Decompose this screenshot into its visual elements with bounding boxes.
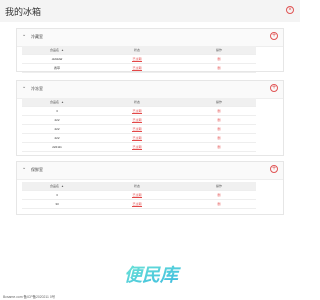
status-badge: 已过期 [92,63,182,73]
column-header-name[interactable]: 食品名 ▲ [22,98,92,107]
delete-button[interactable]: 删 [182,199,256,209]
food-name: 222111 [22,142,92,152]
panel-header[interactable]: ⌄ 保鲜室 + [17,162,283,180]
table-header-row: 食品名 ▲ 状态 操作 [22,46,256,55]
table-row: 222111 已过期 删 [22,142,256,152]
app-header: 我的冰箱 × [0,0,300,22]
panel-title: 冷藏室 [31,34,43,39]
status-badge: 已过期 [92,54,182,64]
column-header-action: 操作 [182,98,256,107]
table-row: dsfdsfaf 已过期 删 [22,54,256,64]
delete-button[interactable]: 删 [182,63,256,73]
column-header-status: 状态 [92,182,182,191]
column-header-name[interactable]: 食品名 ▲ [22,46,92,55]
delete-button[interactable]: 删 [182,106,256,116]
panel-title: 冷冻室 [31,86,43,91]
food-name: 3 [22,190,92,200]
food-table: 食品名 ▲ 状态 操作 3 已过期 删 33 已过期 删 [22,182,256,209]
delete-button[interactable]: 删 [182,142,256,152]
table-header-row: 食品名 ▲ 状态 操作 [22,182,256,191]
food-name: 222 [22,124,92,134]
column-header-action: 操作 [182,182,256,191]
status-badge: 已过期 [92,199,182,209]
page-title: 我的冰箱 [5,7,42,17]
table-row: 222 已过期 删 [22,124,256,134]
food-table: 食品名 ▲ 状态 操作 3 已过期 删 222 已过期 删 222 已过期 删 2… [22,98,256,152]
add-icon[interactable]: + [270,165,278,173]
table-row: 222 已过期 删 [22,133,256,143]
food-table: 食品名 ▲ 状态 操作 dsfdsfaf 已过期 删 香草 已过期 删 [22,46,256,73]
table-header-row: 食品名 ▲ 状态 操作 [22,98,256,107]
food-name: 222 [22,115,92,125]
delete-button[interactable]: 删 [182,133,256,143]
chevron-down-icon[interactable]: ⌄ [22,85,27,90]
panel-header[interactable]: ⌄ 冷藏室 + [17,29,283,47]
table-row: 33 已过期 删 [22,199,256,209]
status-badge: 已过期 [92,133,182,143]
food-name: 3 [22,106,92,116]
table-row: 3 已过期 删 [22,106,256,116]
watermark-logo: 便民库 [124,265,181,285]
sort-up-icon[interactable]: ▲ [61,48,64,52]
delete-button[interactable]: 删 [182,190,256,200]
chevron-down-icon[interactable]: ⌄ [22,166,27,171]
logo-text: 便民库 [124,265,181,285]
status-badge: 已过期 [92,115,182,125]
panel-title: 保鲜室 [31,167,43,172]
delete-button[interactable]: 删 [182,54,256,64]
add-icon[interactable]: + [270,84,278,92]
panel-header[interactable]: ⌄ 冷冻室 + [17,81,283,99]
delete-button[interactable]: 删 [182,115,256,125]
sort-up-icon[interactable]: ▲ [61,184,64,188]
column-header-name[interactable]: 食品名 ▲ [22,182,92,191]
table-row: 香草 已过期 删 [22,63,256,73]
footer-text: Bcsame.com 备ICP备2020211 0号 [3,295,56,299]
add-icon[interactable]: + [270,32,278,40]
food-name: 222 [22,133,92,143]
delete-button[interactable]: 删 [182,124,256,134]
food-name: dsfdsfaf [22,54,92,64]
column-header-status: 状态 [92,98,182,107]
chevron-down-icon[interactable]: ⌄ [22,33,27,38]
food-name: 33 [22,199,92,209]
status-badge: 已过期 [92,124,182,134]
close-icon[interactable]: × [286,6,294,14]
sort-up-icon[interactable]: ▲ [61,100,64,104]
food-name: 香草 [22,63,92,73]
column-header-action: 操作 [182,46,256,55]
table-row: 3 已过期 删 [22,190,256,200]
status-badge: 已过期 [92,142,182,152]
status-badge: 已过期 [92,106,182,116]
status-badge: 已过期 [92,190,182,200]
column-header-status: 状态 [92,46,182,55]
table-row: 222 已过期 删 [22,115,256,125]
